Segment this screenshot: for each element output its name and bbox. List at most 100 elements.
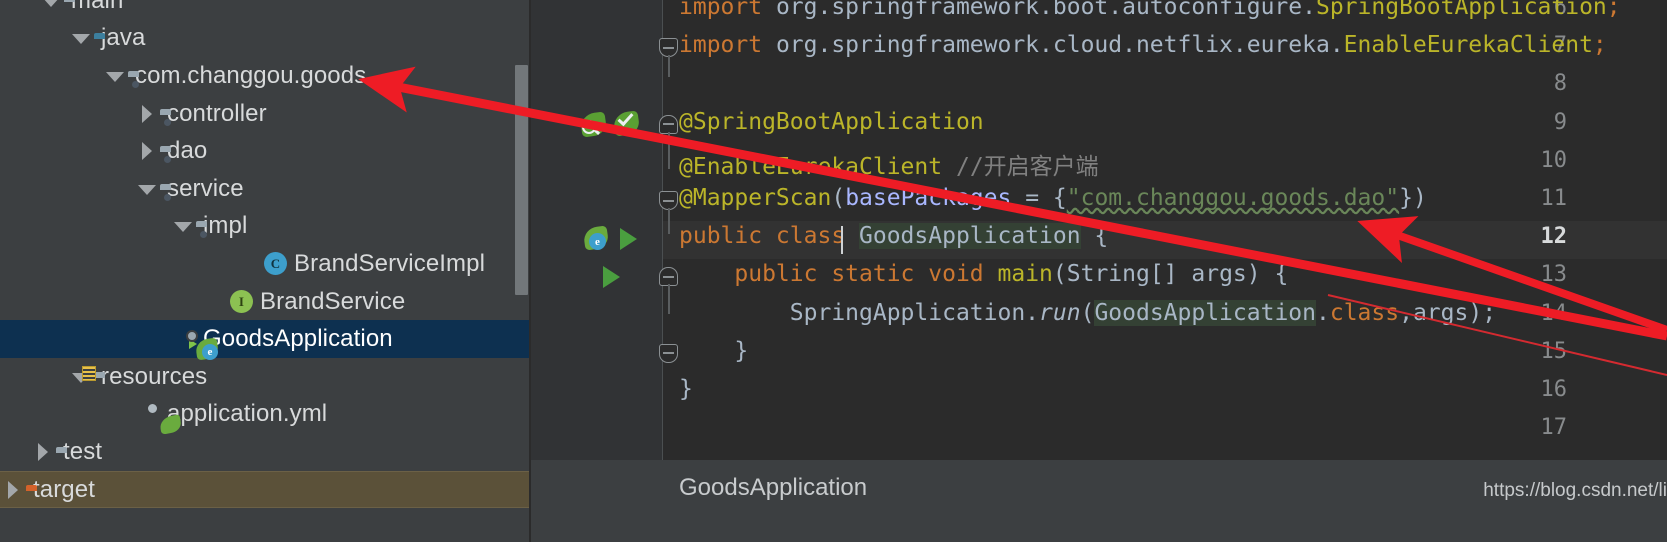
tree-item-target[interactable]: target: [0, 470, 530, 509]
fold-toggle-icon[interactable]: [659, 38, 681, 60]
code-token: ,args: [1399, 299, 1469, 326]
tree-item-controller[interactable]: controller: [0, 95, 530, 133]
tree-item-label: java: [101, 24, 146, 52]
tree-expand-right-icon[interactable]: [30, 439, 56, 465]
code-line-12[interactable]: public class GoodsApplication {: [679, 223, 1109, 250]
code-line-9[interactable]: @SpringBootApplication: [679, 109, 984, 135]
code-token: }): [1399, 185, 1427, 211]
code-token: org.springframework.cloud.netflix.eureka…: [775, 32, 1344, 59]
code-token: basePackages: [845, 185, 1012, 211]
code-token: main: [997, 261, 1053, 288]
breadcrumb-class-name[interactable]: GoodsApplication: [679, 474, 867, 502]
code-token: class: [1329, 299, 1400, 326]
code-token: public static void: [679, 261, 998, 288]
code-token: "com.changgou.goods.dao": [1066, 185, 1400, 211]
code-token: {: [1080, 223, 1109, 250]
tree-expand-down-icon[interactable]: [38, 0, 64, 14]
tree-item-brandservice[interactable]: I BrandService: [0, 283, 530, 321]
fold-toggle-icon[interactable]: [659, 191, 681, 213]
tree-expand-right-icon[interactable]: [0, 477, 26, 503]
code-token: org.springframework.boot.autoconfigure.: [775, 0, 1316, 20]
code-token: //开启客户端: [955, 153, 1099, 180]
code-line-16[interactable]: }: [679, 376, 693, 402]
code-token: public class: [679, 223, 860, 250]
code-line-10[interactable]: @EnableEurekaClient //开启客户端: [679, 147, 1099, 181]
tree-item-application-yml[interactable]: application.yml: [0, 396, 530, 436]
tree-expand-down-icon[interactable]: [68, 25, 94, 51]
code-line-14[interactable]: SpringApplication.run(GoodsApplication.c…: [679, 299, 1497, 326]
tree-item-label: BrandServiceImpl: [294, 249, 486, 277]
tree-item-java[interactable]: java: [0, 20, 530, 58]
tree-item-label: main: [71, 0, 124, 14]
line-number: 10: [1540, 147, 1568, 173]
code-token: }: [679, 376, 693, 402]
code-token: (: [1080, 299, 1095, 326]
tree-item-main[interactable]: main: [0, 0, 530, 20]
tree-expand-down-icon[interactable]: [170, 213, 196, 239]
tree-expand-right-icon[interactable]: [134, 138, 160, 164]
text-caret: [841, 226, 843, 255]
code-line-6[interactable]: import org.springframework.boot.autoconf…: [679, 0, 1621, 20]
fold-toggle-icon[interactable]: [659, 343, 681, 366]
code-token: );: [1468, 299, 1497, 326]
tree-item-resources[interactable]: resources: [0, 358, 530, 396]
fold-region-line: [668, 131, 670, 170]
code-line-13[interactable]: public static void main(String[] args) {: [679, 261, 1288, 287]
run-icon[interactable]: [603, 266, 620, 293]
class-icon: C: [264, 252, 287, 276]
fold-region-line: [668, 55, 670, 78]
tree-item-label: impl: [203, 212, 248, 240]
project-tool-window[interactable]: main java com.changgou.goods controller dao s…: [0, 0, 530, 542]
code-editor[interactable]: e 6 7 8 9 10 11 12 13 14 15 16 17 import org.spring…: [531, 0, 1667, 542]
project-panel-scrollbar[interactable]: [515, 65, 528, 295]
code-token: .: [1316, 299, 1330, 326]
code-token: @SpringBootApplication: [679, 108, 984, 135]
tree-expand-right-icon[interactable]: [134, 101, 160, 127]
line-number: 17: [1540, 415, 1568, 441]
tree-expand-down-icon[interactable]: [134, 176, 160, 202]
tree-expand-none-icon: [238, 251, 264, 277]
code-token: GoodsApplication: [859, 223, 1081, 250]
tree-item-test[interactable]: test: [0, 433, 530, 471]
code-token: (: [1052, 261, 1067, 288]
run-icon[interactable]: [620, 228, 637, 255]
line-number: 13: [1540, 262, 1568, 288]
fold-toggle-icon[interactable]: [659, 267, 681, 289]
line-number: 14: [1540, 300, 1568, 326]
tree-item-label: service: [167, 174, 244, 202]
tree-expand-none-icon: [204, 289, 230, 315]
tree-item-impl[interactable]: impl: [0, 208, 530, 246]
code-token: = {: [1011, 185, 1067, 211]
tree-item-label: application.yml: [167, 400, 328, 428]
tree-item-brandserviceimpl[interactable]: C BrandServiceImpl: [0, 245, 530, 283]
line-number: 8: [1553, 71, 1567, 97]
line-number: 9: [1553, 109, 1567, 135]
tree-item-label: dao: [167, 137, 208, 165]
tree-item-service[interactable]: service: [0, 170, 530, 208]
code-token: GoodsApplication: [1094, 299, 1316, 326]
tree-item-label: GoodsApplication: [203, 325, 393, 353]
code-token: SpringBootApplication: [1315, 0, 1607, 20]
code-token: String[] args: [1066, 261, 1247, 288]
code-line-15[interactable]: }: [679, 338, 748, 364]
code-token: (: [831, 185, 846, 211]
code-token: run: [1039, 299, 1081, 326]
tree-item-label: test: [63, 437, 103, 465]
fold-toggle-icon[interactable]: [659, 114, 681, 137]
code-token: ) {: [1246, 261, 1289, 288]
tree-item-dao[interactable]: dao: [0, 132, 530, 170]
tree-item-label: com.changgou.goods: [135, 61, 367, 89]
tree-item-com-changgou-goods[interactable]: com.changgou.goods: [0, 57, 530, 95]
tree-expand-down-icon[interactable]: [102, 63, 128, 89]
code-token: EnableEurekaClient: [1343, 32, 1593, 59]
code-line-11[interactable]: @MapperScan(basePackages = {"com.changgo…: [679, 185, 1427, 211]
code-line-7[interactable]: import org.springframework.cloud.netflix…: [679, 32, 1607, 58]
code-token: ;: [1592, 32, 1607, 59]
tree-item-label: controller: [167, 99, 267, 127]
interface-icon: I: [230, 290, 253, 314]
editor-bottom-strip: [531, 515, 1667, 542]
tree-item-goodsapplication[interactable]: e GoodsApplication: [0, 320, 530, 361]
code-token: }: [679, 337, 749, 364]
line-number: 15: [1540, 338, 1568, 364]
